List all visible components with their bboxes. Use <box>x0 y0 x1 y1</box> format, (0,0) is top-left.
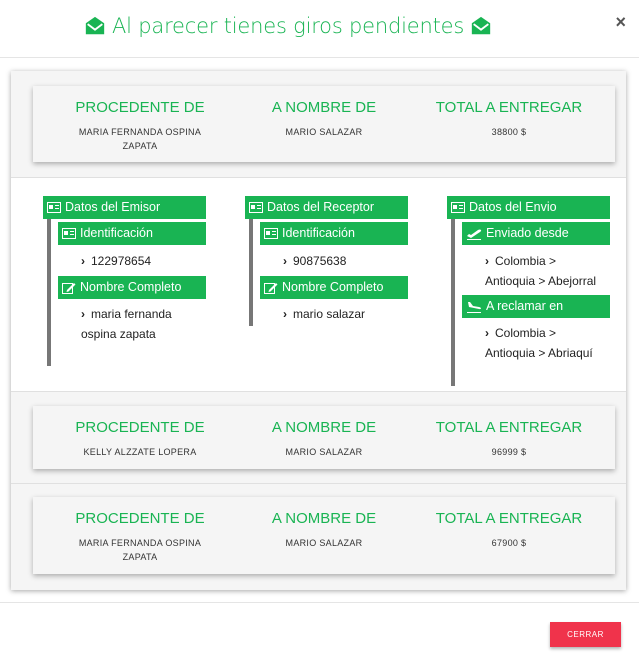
emisor-name-item: › maria fernanda <box>81 304 172 324</box>
id-card-icon <box>264 228 278 239</box>
modal-footer: CERRAR <box>0 602 639 662</box>
procedente-column: PROCEDENTE DE KELLY ALZZATE LOPERA <box>63 419 217 459</box>
receptor-id-item: › 90875638 <box>283 251 346 271</box>
id-card-icon <box>62 228 76 239</box>
receptor-id-header: Identificación <box>260 222 408 245</box>
total-header: TOTAL A ENTREGAR <box>435 99 583 116</box>
modal-title: Al parecer tienes giros pendientes <box>84 14 492 38</box>
total-value: 38800 $ <box>491 127 527 137</box>
total-value: 67900 $ <box>491 538 527 548</box>
chevron-right-icon: › <box>81 307 85 321</box>
procedente-column: PROCEDENTE DE MARIA FERNANDA OSPINA ZAPA… <box>63 510 217 564</box>
nombre-value: MARIO SALAZAR <box>285 538 363 548</box>
nombre-value: MARIO SALAZAR <box>285 447 363 457</box>
emisor-id-header: Identificación <box>58 222 206 245</box>
envio-claim-value-1: Colombia > <box>495 326 557 340</box>
total-column: TOTAL A ENTREGAR 38800 $ <box>417 99 601 139</box>
envio-sent-value-1: Colombia > <box>495 254 557 268</box>
envio-claim-item: › Colombia > <box>485 323 556 343</box>
id-card-icon <box>451 202 465 213</box>
chevron-right-icon: › <box>283 254 287 268</box>
envio-sent-value-2: Antioquia > Abejorral <box>485 274 597 288</box>
giro-summary-card[interactable]: PROCEDENTE DE KELLY ALZZATE LOPERA A NOM… <box>33 406 615 469</box>
procedente-value: MARIA FERNANDA OSPINA ZAPATA <box>78 538 202 562</box>
chevron-right-icon: › <box>485 326 489 340</box>
procedente-value: KELLY ALZZATE LOPERA <box>83 447 197 457</box>
receptor-header-label: Datos del Receptor <box>267 200 375 214</box>
chevron-right-icon: › <box>81 254 85 268</box>
emisor-bar <box>47 218 51 366</box>
envelope-open-icon <box>85 16 105 35</box>
edit-icon <box>62 282 76 294</box>
emisor-name-item-2: ospina zapata <box>81 324 156 344</box>
procedente-header: PROCEDENTE DE <box>75 99 205 116</box>
procedente-column: PROCEDENTE DE MARIA FERNANDA OSPINA ZAPA… <box>63 99 217 153</box>
close-icon[interactable]: × <box>615 12 626 33</box>
total-header: TOTAL A ENTREGAR <box>435 510 583 527</box>
nombre-column: A NOMBRE DE MARIO SALAZAR <box>259 510 389 550</box>
plane-arrival-icon <box>467 301 481 313</box>
envio-bar <box>451 218 455 386</box>
emisor-id-value: 122978654 <box>91 254 152 268</box>
emisor-name-value-1: maria fernanda <box>91 307 172 321</box>
close-button[interactable]: CERRAR <box>550 622 621 647</box>
modal-title-text: Al parecer tienes giros pendientes <box>112 14 465 38</box>
procedente-header: PROCEDENTE DE <box>75 510 205 527</box>
edit-icon <box>264 282 278 294</box>
nombre-column: A NOMBRE DE MARIO SALAZAR <box>259 99 389 139</box>
nombre-header: A NOMBRE DE <box>271 510 377 527</box>
envio-sent-item: › Colombia > <box>485 251 556 271</box>
total-header: TOTAL A ENTREGAR <box>435 419 583 436</box>
id-card-icon <box>47 202 61 213</box>
envio-claim-value-2: Antioquia > Abriaquí <box>485 346 593 360</box>
envio-claim-header: A reclamar en <box>462 295 610 318</box>
procedente-value: MARIA FERNANDA OSPINA ZAPATA <box>78 127 202 151</box>
procedente-header: PROCEDENTE DE <box>75 419 205 436</box>
nombre-value: MARIO SALAZAR <box>285 127 363 137</box>
emisor-id-label: Identificación <box>80 226 153 240</box>
giro-summary-card[interactable]: PROCEDENTE DE MARIA FERNANDA OSPINA ZAPA… <box>33 86 615 162</box>
giro-summary-card[interactable]: PROCEDENTE DE MARIA FERNANDA OSPINA ZAPA… <box>33 497 615 574</box>
envio-sent-header: Enviado desde <box>462 222 610 245</box>
receptor-id-value: 90875638 <box>293 254 347 268</box>
nombre-header: A NOMBRE DE <box>271 419 377 436</box>
total-value: 96999 $ <box>491 447 527 457</box>
envelope-open-icon <box>471 16 491 35</box>
receptor-name-value: mario salazar <box>293 307 366 321</box>
emisor-name-value-2: ospina zapata <box>81 327 156 341</box>
plane-departure-icon <box>467 229 482 240</box>
envio-claim-item-2: Antioquia > Abriaquí <box>485 343 593 363</box>
receptor-id-label: Identificación <box>282 226 355 240</box>
receptor-name-header: Nombre Completo <box>260 276 408 299</box>
nombre-column: A NOMBRE DE MARIO SALAZAR <box>259 419 389 459</box>
total-column: TOTAL A ENTREGAR 96999 $ <box>417 419 601 459</box>
emisor-header-label: Datos del Emisor <box>65 200 161 214</box>
nombre-header: A NOMBRE DE <box>271 99 377 116</box>
receptor-header: Datos del Receptor <box>245 196 408 219</box>
id-card-icon <box>249 202 263 213</box>
chevron-right-icon: › <box>485 254 489 268</box>
envio-sent-label: Enviado desde <box>486 226 569 240</box>
receptor-bar <box>249 218 253 326</box>
emisor-header: Datos del Emisor <box>43 196 206 219</box>
envio-header-label: Datos del Envio <box>469 200 557 214</box>
giros-list: PROCEDENTE DE MARIA FERNANDA OSPINA ZAPA… <box>11 71 626 590</box>
envio-claim-label: A reclamar en <box>486 299 564 313</box>
emisor-name-header: Nombre Completo <box>58 276 206 299</box>
total-column: TOTAL A ENTREGAR 67900 $ <box>417 510 601 550</box>
receptor-name-item: › mario salazar <box>283 304 365 324</box>
envio-header: Datos del Envio <box>447 196 610 219</box>
divider <box>11 483 626 484</box>
giro-detail: Datos del Emisor Identificación › 1229786… <box>11 177 626 392</box>
receptor-name-label: Nombre Completo <box>282 280 384 294</box>
emisor-name-label: Nombre Completo <box>80 280 182 294</box>
envio-sent-item-2: Antioquia > Abejorral <box>485 271 596 291</box>
chevron-right-icon: › <box>283 307 287 321</box>
emisor-id-item: › 122978654 <box>81 251 151 271</box>
modal-header: Al parecer tienes giros pendientes × <box>0 0 639 58</box>
